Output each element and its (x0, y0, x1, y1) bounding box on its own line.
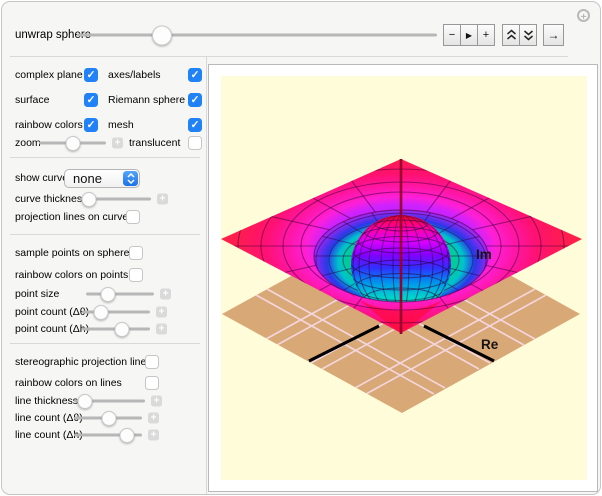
point-count-theta-slider-thumb[interactable] (93, 304, 109, 320)
im-axis-label: Im (476, 247, 492, 262)
rainbow-points-checkbox[interactable] (129, 268, 143, 282)
arrow-right-icon: → (547, 28, 560, 42)
line-count-h-label: line count (Δh) (15, 428, 83, 441)
line-count-theta-slider-thumb[interactable] (101, 410, 117, 426)
line-count-theta-stepper-plus[interactable]: + (148, 412, 159, 424)
line-count-h-slider[interactable] (74, 427, 142, 443)
axes-labels-checkbox[interactable] (188, 68, 202, 82)
topbar-separator (10, 56, 568, 57)
sidebar-divider (206, 57, 207, 494)
line-thickness-stepper-plus[interactable]: + (151, 395, 162, 407)
curve-thickness-stepper-plus[interactable]: + (157, 193, 168, 205)
point-count-h-label: point count (Δh) (15, 322, 90, 335)
curve-thickness-slider-thumb[interactable] (81, 191, 97, 207)
zoom-label: zoom (15, 136, 41, 149)
riemann-sphere-3d-plot[interactable]: Im Re (221, 76, 587, 480)
point-count-theta-label: point count (Δθ) (15, 305, 90, 318)
plus-icon: + (482, 29, 490, 41)
line-count-h-slider-thumb[interactable] (119, 427, 135, 443)
line-thickness-slider[interactable] (74, 393, 145, 409)
surface-label: surface (15, 93, 50, 106)
curve-thickness-label: curve thickness (15, 192, 88, 205)
double-chevron-up-icon (506, 29, 516, 40)
minus-button[interactable]: − (443, 24, 461, 46)
double-chevron-down-icon (523, 30, 533, 41)
complex-plane-label: complex plane (15, 68, 83, 81)
stereo-lines-checkbox[interactable] (145, 355, 159, 369)
zoom-slider[interactable] (39, 135, 106, 151)
show-curve-label: show curve (15, 171, 69, 184)
unwrap-sphere-slider-thumb[interactable] (151, 25, 172, 45)
show-curve-value: none (73, 171, 102, 186)
rainbow-lines-checkbox[interactable] (145, 376, 159, 390)
line-count-theta-slider[interactable] (74, 410, 142, 426)
curve-thickness-slider[interactable] (80, 191, 151, 207)
plus-button[interactable]: + (477, 24, 495, 46)
plot-panel: Im Re (208, 64, 598, 492)
line-count-theta-label: line count (Δθ) (15, 411, 83, 424)
point-size-slider[interactable] (86, 286, 154, 302)
point-count-theta-slider[interactable] (82, 304, 150, 320)
zoom-stepper-plus[interactable]: + (112, 137, 123, 149)
arrow-right-button[interactable]: → (543, 24, 564, 46)
line-thickness-label: line thickness (15, 394, 79, 407)
stereo-lines-label: stereographic projection lines (15, 355, 152, 368)
mesh-label: mesh (108, 118, 134, 131)
point-size-slider-thumb[interactable] (100, 286, 116, 302)
sample-points-checkbox[interactable] (129, 246, 143, 260)
point-size-label: point size (15, 287, 60, 300)
line-count-h-stepper-plus[interactable]: + (148, 429, 159, 441)
point-count-h-stepper-plus[interactable]: + (156, 323, 167, 335)
point-size-stepper-plus[interactable]: + (160, 288, 171, 300)
projection-lines-on-curve-label: projection lines on curve (15, 210, 129, 223)
riemann-sphere-checkbox[interactable] (188, 93, 202, 107)
sample-points-label: sample points on sphere (15, 246, 130, 259)
surface-checkbox[interactable] (84, 93, 98, 107)
play-button[interactable]: ▶ (460, 24, 478, 46)
play-icon: ▶ (465, 30, 473, 40)
minus-icon: − (448, 29, 456, 41)
point-count-theta-stepper-plus[interactable]: + (156, 306, 167, 318)
translucent-label: translucent (129, 136, 181, 149)
point-count-h-slider[interactable] (82, 321, 150, 337)
zoom-slider-thumb[interactable] (65, 135, 80, 151)
axes-labels-label: axes/labels (108, 68, 161, 81)
double-chevron-down-button[interactable] (519, 24, 537, 46)
projection-lines-on-curve-checkbox[interactable] (126, 210, 140, 224)
rainbow-lines-label: rainbow colors on lines (15, 376, 122, 389)
re-axis-label: Re (481, 337, 499, 352)
rainbow-colors-label: rainbow colors (15, 118, 83, 131)
double-chevron-up-button[interactable] (502, 24, 520, 46)
unwrap-sphere-slider[interactable] (77, 25, 437, 45)
point-count-h-slider-thumb[interactable] (114, 321, 130, 337)
line-thickness-slider-thumb[interactable] (77, 393, 93, 409)
options-icon[interactable]: + (577, 9, 590, 23)
manipulate-window: unwrap sphere − ▶ + → + complex plane ax… (1, 1, 601, 495)
section-separator (10, 157, 200, 158)
show-curve-dropdown[interactable]: none (64, 169, 140, 188)
complex-plane-checkbox[interactable] (84, 68, 98, 82)
section-separator (10, 343, 200, 344)
rainbow-colors-checkbox[interactable] (84, 118, 98, 132)
section-separator (10, 234, 200, 235)
mesh-checkbox[interactable] (188, 118, 202, 132)
rainbow-points-label: rainbow colors on points (15, 268, 129, 281)
dropdown-chevrons-icon (123, 171, 138, 186)
riemann-sphere-label: Riemann sphere (108, 93, 186, 106)
translucent-checkbox[interactable] (188, 136, 202, 150)
